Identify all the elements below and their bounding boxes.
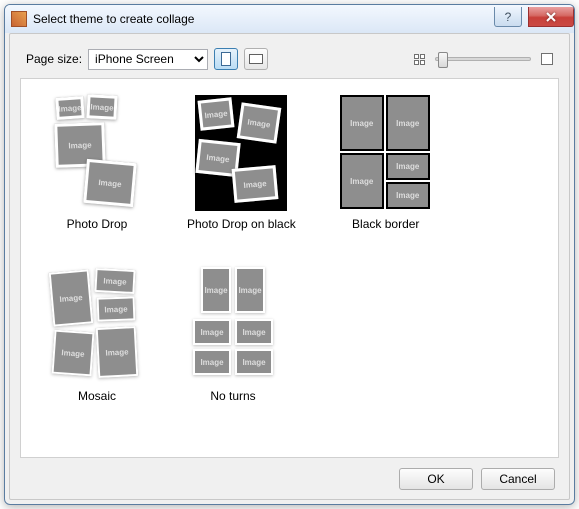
client-area: Page size: iPhone Screen Image	[9, 33, 570, 500]
slider-thumb[interactable]	[438, 52, 448, 68]
theme-label: Mosaic	[78, 389, 116, 403]
placeholder-icon: Image	[86, 94, 117, 120]
orientation-landscape-button[interactable]	[244, 48, 268, 70]
thumbnail-size-icon	[414, 54, 425, 65]
theme-no-turns[interactable]: Image Image Image Image Image Image No t…	[187, 267, 279, 403]
page-size-select[interactable]: iPhone Screen	[88, 49, 208, 70]
theme-label: Photo Drop on black	[187, 217, 296, 231]
placeholder-icon: Image	[201, 267, 231, 313]
placeholder-icon: Image	[193, 319, 231, 345]
titlebar: Select theme to create collage ?	[5, 5, 574, 33]
theme-mosaic[interactable]: Image Image Image Image Image Mosaic	[51, 267, 143, 403]
placeholder-icon: Image	[235, 319, 273, 345]
close-button[interactable]	[528, 7, 574, 27]
theme-label: Black border	[352, 217, 419, 231]
placeholder-icon: Image	[198, 97, 235, 130]
placeholder-icon: Image	[386, 95, 430, 151]
placeholder-icon: Image	[386, 182, 430, 209]
placeholder-icon: Image	[94, 268, 135, 294]
placeholder-icon: Image	[83, 159, 137, 207]
theme-panel: Image Image Image Image Photo Drop Image…	[20, 78, 559, 458]
help-button[interactable]: ?	[494, 7, 522, 27]
placeholder-icon: Image	[340, 95, 384, 151]
cancel-button[interactable]: Cancel	[481, 468, 555, 490]
placeholder-icon: Image	[49, 269, 94, 326]
placeholder-icon: Image	[237, 102, 282, 143]
theme-label: Photo Drop	[67, 217, 128, 231]
svg-text:?: ?	[505, 11, 512, 23]
placeholder-icon: Image	[97, 296, 136, 321]
placeholder-icon: Image	[235, 267, 265, 313]
toolbar: Page size: iPhone Screen	[20, 44, 559, 74]
theme-photo-drop[interactable]: Image Image Image Image Photo Drop	[51, 95, 143, 231]
placeholder-icon: Image	[55, 96, 84, 120]
thumbnail-size-slider[interactable]	[435, 57, 531, 61]
placeholder-icon: Image	[52, 330, 95, 377]
placeholder-icon: Image	[193, 349, 231, 375]
app-icon	[11, 11, 27, 27]
footer: OK Cancel	[20, 458, 559, 490]
window-title: Select theme to create collage	[33, 12, 494, 26]
thumbnail-large-icon	[541, 53, 553, 65]
orientation-portrait-button[interactable]	[214, 48, 238, 70]
placeholder-icon: Image	[96, 326, 139, 378]
placeholder-icon: Image	[386, 153, 430, 180]
placeholder-icon: Image	[340, 153, 384, 209]
page-size-label: Page size:	[26, 52, 82, 66]
placeholder-icon: Image	[232, 165, 279, 203]
dialog-window: Select theme to create collage ? Page si…	[4, 4, 575, 505]
theme-black-border[interactable]: Image Image Image Image Image Black bord…	[340, 95, 432, 231]
ok-button[interactable]: OK	[399, 468, 473, 490]
placeholder-icon: Image	[235, 349, 273, 375]
theme-photo-drop-on-black[interactable]: Image Image Image Image Photo Drop on bl…	[187, 95, 296, 231]
theme-label: No turns	[210, 389, 255, 403]
